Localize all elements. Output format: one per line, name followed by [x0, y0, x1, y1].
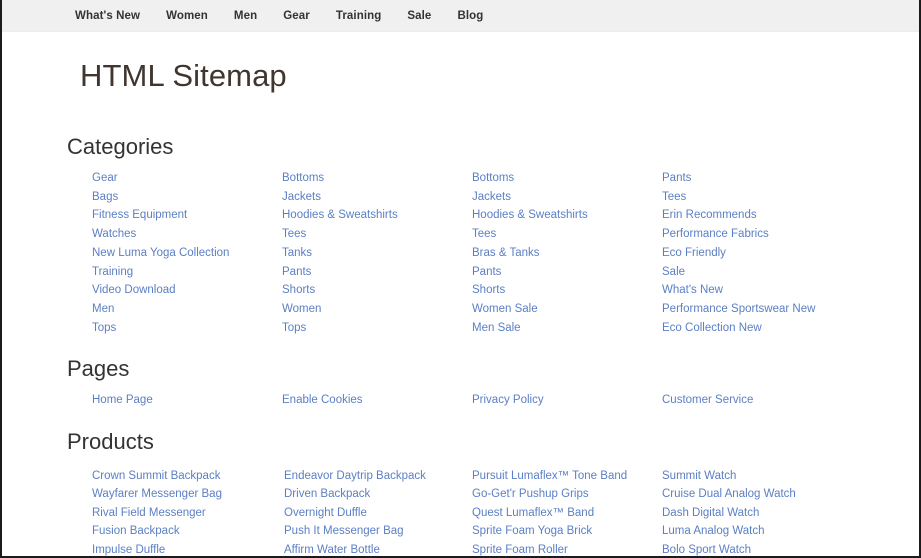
product-link[interactable]: Sprite Foam Yoga Brick — [472, 522, 592, 541]
categories-column-1: Gear Bags Fitness Equipment Watches New … — [92, 169, 282, 337]
main-navigation: What's New Women Men Gear Training Sale … — [2, 0, 919, 32]
nav-item-training[interactable]: Training — [336, 10, 382, 22]
product-link[interactable]: Rival Field Messenger — [92, 504, 206, 523]
category-link[interactable]: Fitness Equipment — [92, 206, 187, 225]
category-link[interactable]: Tanks — [282, 244, 312, 263]
product-link[interactable]: Push It Messenger Bag — [284, 522, 404, 541]
category-link[interactable]: Women Sale — [472, 300, 538, 319]
category-link[interactable]: Women — [282, 300, 321, 319]
pages-link-grid: Home Page Enable Cookies Privacy Policy … — [2, 391, 919, 410]
categories-column-3: Bottoms Jackets Hoodies & Sweatshirts Te… — [472, 169, 662, 337]
category-link[interactable]: Eco Collection New — [662, 319, 762, 338]
product-link[interactable]: Go-Get'r Pushup Grips — [472, 485, 589, 504]
category-link[interactable]: Pants — [282, 263, 311, 282]
section-heading-categories: Categories — [67, 133, 174, 159]
category-link[interactable]: Erin Recommends — [662, 206, 757, 225]
product-link[interactable]: Impulse Duffle — [92, 541, 165, 556]
category-link[interactable]: Watches — [92, 225, 136, 244]
product-link[interactable]: Bolo Sport Watch — [662, 541, 751, 556]
products-column-4: Summit Watch Cruise Dual Analog Watch Da… — [662, 465, 912, 556]
category-link[interactable]: Men — [92, 300, 114, 319]
category-link[interactable]: New Luma Yoga Collection — [92, 244, 229, 263]
product-link[interactable]: Pursuit Lumaflex™ Tone Band — [472, 467, 627, 486]
category-link[interactable]: Hoodies & Sweatshirts — [472, 206, 588, 225]
browser-viewport: What's New Women Men Gear Training Sale … — [0, 0, 921, 558]
category-link[interactable]: Sale — [662, 263, 685, 282]
categories-column-4: Pants Tees Erin Recommends Performance F… — [662, 169, 912, 337]
product-link[interactable]: Overnight Duffle — [284, 504, 367, 523]
section-categories: Categories Gear Bags Fitness Equipment W… — [2, 94, 919, 338]
products-column-1: Crown Summit Backpack Wayfarer Messenger… — [92, 465, 282, 556]
section-pages: Pages Home Page Enable Cookies Privacy P… — [2, 337, 919, 409]
categories-column-2: Bottoms Jackets Hoodies & Sweatshirts Te… — [282, 169, 472, 337]
pages-column-3: Privacy Policy — [472, 391, 662, 410]
category-link[interactable]: Bags — [92, 188, 118, 207]
page-title: HTML Sitemap — [80, 58, 287, 93]
page-link[interactable]: Privacy Policy — [472, 391, 544, 410]
product-link[interactable]: Summit Watch — [662, 467, 736, 486]
category-link[interactable]: Tees — [662, 188, 686, 207]
page-link[interactable]: Customer Service — [662, 391, 753, 410]
section-heading-pages: Pages — [67, 356, 130, 382]
page-link[interactable]: Enable Cookies — [282, 391, 363, 410]
category-link[interactable]: Hoodies & Sweatshirts — [282, 206, 398, 225]
product-link[interactable]: Quest Lumaflex™ Band — [472, 504, 594, 523]
pages-column-2: Enable Cookies — [282, 391, 472, 410]
category-link[interactable]: Jackets — [472, 188, 511, 207]
category-link[interactable]: Pants — [662, 169, 691, 188]
section-heading-products: Products — [67, 429, 154, 455]
category-link[interactable]: Men Sale — [472, 319, 521, 338]
category-link[interactable]: Bottoms — [472, 169, 514, 188]
category-link[interactable]: Training — [92, 263, 133, 282]
category-link[interactable]: Eco Friendly — [662, 244, 726, 263]
nav-item-whats-new[interactable]: What's New — [75, 10, 140, 22]
category-link[interactable]: What's New — [662, 281, 723, 300]
page-link[interactable]: Home Page — [92, 391, 153, 410]
category-link[interactable]: Performance Fabrics — [662, 225, 769, 244]
nav-item-women[interactable]: Women — [166, 10, 208, 22]
page-content: HTML Sitemap Categories Gear Bags Fitnes… — [2, 32, 919, 556]
products-column-2: Endeavor Daytrip Backpack Driven Backpac… — [282, 465, 472, 556]
category-link[interactable]: Shorts — [282, 281, 315, 300]
product-link[interactable]: Wayfarer Messenger Bag — [92, 485, 222, 504]
product-link[interactable]: Endeavor Daytrip Backpack — [284, 467, 426, 486]
products-column-3: Pursuit Lumaflex™ Tone Band Go-Get'r Pus… — [472, 465, 662, 556]
category-link[interactable]: Video Download — [92, 281, 176, 300]
category-link[interactable]: Jackets — [282, 188, 321, 207]
product-link[interactable]: Fusion Backpack — [92, 522, 180, 541]
category-link[interactable]: Performance Sportswear New — [662, 300, 815, 319]
category-link[interactable]: Tees — [282, 225, 306, 244]
nav-item-men[interactable]: Men — [234, 10, 257, 22]
section-products: Products Crown Summit Backpack Wayfarer … — [2, 409, 919, 556]
category-link[interactable]: Bottoms — [282, 169, 324, 188]
product-link[interactable]: Cruise Dual Analog Watch — [662, 485, 796, 504]
product-link[interactable]: Driven Backpack — [284, 485, 370, 504]
nav-item-sale[interactable]: Sale — [407, 10, 431, 22]
products-link-grid: Crown Summit Backpack Wayfarer Messenger… — [2, 465, 919, 556]
pages-column-1: Home Page — [92, 391, 282, 410]
category-link[interactable]: Tops — [92, 319, 116, 338]
product-link[interactable]: Affirm Water Bottle — [284, 541, 380, 556]
pages-column-4: Customer Service — [662, 391, 912, 410]
product-link[interactable]: Luma Analog Watch — [662, 522, 765, 541]
category-link[interactable]: Shorts — [472, 281, 505, 300]
category-link[interactable]: Pants — [472, 263, 501, 282]
product-link[interactable]: Crown Summit Backpack — [92, 467, 220, 486]
categories-link-grid: Gear Bags Fitness Equipment Watches New … — [2, 169, 919, 337]
product-link[interactable]: Sprite Foam Roller — [472, 541, 568, 556]
nav-item-gear[interactable]: Gear — [283, 10, 310, 22]
category-link[interactable]: Tops — [282, 319, 306, 338]
product-link[interactable]: Dash Digital Watch — [662, 504, 759, 523]
nav-item-blog[interactable]: Blog — [457, 10, 483, 22]
category-link[interactable]: Bras & Tanks — [472, 244, 540, 263]
category-link[interactable]: Gear — [92, 169, 118, 188]
category-link[interactable]: Tees — [472, 225, 496, 244]
